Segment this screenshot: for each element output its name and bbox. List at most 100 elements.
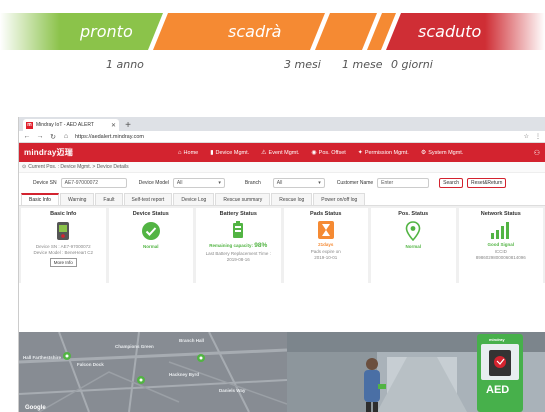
battery-icon: [233, 221, 244, 238]
mindray-logo-icon: m: [26, 121, 33, 129]
home-icon[interactable]: ⌂: [62, 133, 70, 140]
filter-bar: Device SN AE7-97000072 Device Model All ▾…: [19, 173, 545, 193]
battery-replacement-date: 2019-08-16: [226, 257, 250, 262]
close-icon[interactable]: ✕: [111, 122, 116, 129]
expiry-timeline: pronto scadrà scaduto 1 anno 3 mesi 1 me…: [0, 0, 545, 80]
pos-status-value: Normal: [405, 244, 421, 249]
bottom-panels: Champions Green Falcon Dock Hall Farthes…: [19, 332, 545, 412]
detail-tabs: Basic Info Warning Fault Self-test repor…: [19, 193, 545, 206]
map-label: Hall Farthestshire: [23, 355, 62, 360]
address-bar: ← → ↻ ⌂ https://aedalert.mindray.com ☆ ⋮: [19, 131, 545, 143]
pads-expire-date: 2019-10-01: [314, 255, 338, 260]
browser-tab[interactable]: m Mindray IoT - AED ALERT ✕: [23, 119, 119, 131]
card-battery-status: Battery Status Remaining capacity: 98% L…: [196, 208, 281, 283]
network-signal: Good Signal: [487, 242, 515, 247]
brand-logo: mindray迈瑞: [24, 148, 73, 157]
card-title: Pads Status: [310, 211, 342, 217]
aed-photo: mindray AED: [287, 332, 545, 412]
map-label: Branch Hall: [179, 338, 205, 343]
tab-rescue-log[interactable]: Rescue log: [271, 193, 313, 205]
tab-basic-info[interactable]: Basic Info: [21, 193, 59, 205]
branch-select[interactable]: All ▾: [272, 178, 325, 188]
nav-event-mgmt[interactable]: ⚠ Event Mgmt.: [261, 149, 299, 157]
offset-icon: ◉: [311, 150, 317, 156]
battery-percent: 98%: [254, 242, 268, 249]
battery-capacity: Remaining capacity: 98%: [209, 242, 268, 249]
card-network-status: Network Status Good Signal ICCID 8986029…: [458, 208, 543, 283]
nav-home[interactable]: ⌂ Home: [178, 150, 198, 156]
url-input[interactable]: https://aedalert.mindray.com: [75, 134, 375, 140]
reload-icon[interactable]: ↻: [49, 133, 57, 141]
tab-self-test-report[interactable]: Self-test report: [123, 193, 173, 205]
location-icon: ⊙: [22, 164, 27, 170]
branch-label: Branch: [244, 180, 261, 186]
segment-expiring-2: [315, 13, 377, 50]
tick-1-month: 1 mese: [342, 58, 383, 71]
nav-device-mgmt[interactable]: ▮ Device Mgmt.: [210, 149, 249, 157]
map-pin-icon[interactable]: [63, 352, 71, 360]
pads-days: 21days: [318, 242, 334, 247]
customer-name-input[interactable]: Enter: [377, 178, 430, 188]
reset-return-button[interactable]: Reset&Return: [467, 178, 507, 188]
user-icon[interactable]: ⚇: [534, 149, 540, 157]
menu-icon[interactable]: ⋮: [535, 133, 541, 140]
segment-label-expired: scaduto: [418, 22, 482, 41]
map-pin-icon[interactable]: [137, 376, 145, 384]
new-tab-icon[interactable]: +: [122, 119, 134, 131]
aed-brand-label: mindray: [489, 337, 505, 342]
device-status-value: Normal: [142, 244, 159, 249]
device-sn-label: Device SN: [33, 180, 57, 186]
card-title: Device Status: [132, 211, 169, 217]
google-logo: Google: [25, 405, 46, 411]
hourglass-icon: [317, 221, 334, 239]
aed-label: AED: [486, 384, 510, 396]
basic-model: Device Model : BeneHeart C2: [33, 250, 94, 255]
aed-device-icon: [57, 222, 70, 240]
customer-name-label: Customer Name: [336, 180, 374, 186]
segment-label-ready: pronto: [80, 22, 133, 41]
device-model-select[interactable]: All ▾: [172, 178, 225, 188]
system-icon: ⚙: [420, 150, 427, 156]
nav-system-mgmt[interactable]: ⚙ System Mgmt.: [420, 149, 464, 157]
search-button[interactable]: Search: [439, 178, 464, 188]
forward-icon[interactable]: →: [36, 133, 44, 140]
back-icon[interactable]: ←: [23, 133, 31, 140]
chevron-down-icon: ▾: [318, 180, 321, 186]
map-label: Falcon Dock: [77, 362, 104, 367]
nav-permission-mgmt[interactable]: ✦ Permission Mgmt.: [358, 149, 409, 157]
signal-icon: [490, 222, 509, 239]
event-icon: ⚠: [261, 150, 267, 156]
location-map[interactable]: Champions Green Falcon Dock Hall Farthes…: [19, 332, 287, 412]
check-circle-icon: [141, 222, 160, 240]
device-model-label: Device Model: [138, 180, 169, 186]
card-pos-status: Pos. Status Normal: [371, 208, 456, 283]
map-label: Champions Green: [115, 344, 154, 349]
more-info-button[interactable]: More Info: [49, 258, 77, 267]
device-sn-input[interactable]: AE7-97000072: [60, 178, 127, 188]
breadcrumb: ⊙ Current Pos. : Device Mgmt. > Device D…: [19, 162, 545, 173]
iccid-value: 89860298000060814096: [475, 255, 526, 260]
card-pads-status: Pads Status 21days Pads expire on 2019-1…: [283, 208, 368, 283]
tick-1-year: 1 anno: [106, 58, 144, 71]
card-device-status: Device Status Normal: [108, 208, 193, 283]
card-title: Battery Status: [219, 211, 257, 217]
nav-pos-offset[interactable]: ◉ Pos. Offset: [311, 149, 345, 157]
tab-device-log[interactable]: Device Log: [173, 193, 215, 205]
browser-tab-title: Mindray IoT - AED ALERT: [36, 122, 94, 128]
map-pin-icon[interactable]: [197, 354, 205, 362]
tab-warning[interactable]: Warning: [59, 193, 95, 205]
device-icon: ▮: [210, 150, 214, 156]
chevron-down-icon: ▾: [218, 180, 221, 186]
card-title: Network Status: [480, 211, 521, 217]
tab-power-log[interactable]: Power on/off log: [313, 193, 366, 205]
aed-cabinet: [477, 334, 523, 412]
tick-3-months: 3 mesi: [284, 58, 321, 71]
app-navbar: mindray迈瑞 ⌂ Home ▮ Device Mgmt. ⚠ Event Mgm…: [19, 143, 545, 162]
star-icon[interactable]: ☆: [524, 133, 529, 140]
card-basic-info: Basic Info Device SN : AE7-97000072 Devi…: [21, 208, 106, 283]
tab-fault[interactable]: Fault: [95, 193, 123, 205]
map-label: Daniels Way: [219, 388, 246, 393]
tab-rescue-summary[interactable]: Rescue summary: [215, 193, 271, 205]
status-cards: Basic Info Device SN : AE7-97000072 Devi…: [19, 206, 545, 283]
location-pin-icon: [405, 221, 421, 241]
